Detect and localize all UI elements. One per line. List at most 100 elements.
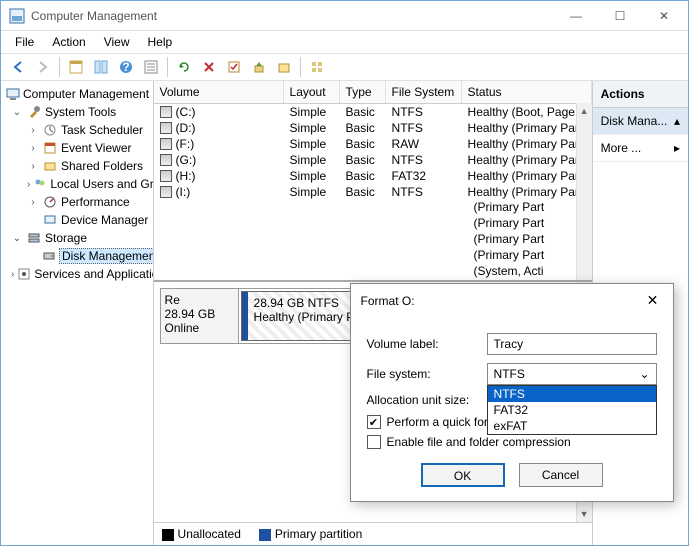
volume-rows: (C:)SimpleBasicNTFSHealthy (Boot, Page F… [154, 104, 592, 200]
back-button[interactable] [7, 56, 29, 78]
table-row[interactable]: (I:)SimpleBasicNTFSHealthy (Primary Part [154, 184, 592, 200]
folder-icon [42, 158, 58, 174]
tools-icon [26, 104, 42, 120]
volume-icon [160, 186, 172, 198]
fs-option-ntfs[interactable]: NTFS [488, 386, 656, 402]
refresh-icon[interactable] [173, 56, 195, 78]
collapse-icon[interactable]: ⌄ [11, 107, 23, 118]
tree-device-manager[interactable]: Device Manager [3, 211, 151, 229]
status-fragment: (Primary Part [474, 216, 592, 232]
status-fragment: (Primary Part [474, 248, 592, 264]
table-row[interactable]: (F:)SimpleBasicRAWHealthy (Primary Part [154, 136, 592, 152]
col-type[interactable]: Type [340, 81, 386, 103]
chevron-right-icon: ▸ [674, 141, 680, 155]
tree-task-scheduler[interactable]: › Task Scheduler [3, 121, 151, 139]
col-filesystem[interactable]: File System [386, 81, 462, 103]
main-panel: Volume Layout Type File System Status (C… [154, 81, 593, 545]
toolbar-icon-arrow-up[interactable] [248, 56, 270, 78]
toolbar-separator [300, 57, 301, 77]
clock-icon [42, 122, 58, 138]
title-bar: Computer Management — ☐ ✕ [1, 1, 688, 31]
menu-view[interactable]: View [96, 33, 138, 51]
event-icon [42, 140, 58, 156]
scroll-up-icon[interactable]: ▲ [577, 103, 592, 119]
tree-system-tools[interactable]: ⌄ System Tools [3, 103, 151, 121]
disk-head-label: Re [165, 293, 234, 307]
delete-icon[interactable] [198, 56, 220, 78]
dialog-title: Format O: [361, 294, 643, 308]
tree-shared-folders[interactable]: › Shared Folders [3, 157, 151, 175]
dialog-titlebar: Format O: ✕ [351, 284, 673, 317]
tree-local-users[interactable]: › Local Users and Gro [3, 175, 151, 193]
col-volume[interactable]: Volume [154, 81, 284, 103]
allocation-label: Allocation unit size: [367, 393, 487, 407]
obscured-status-fragments: (Primary Part(Primary Part(Primary Part(… [154, 200, 592, 280]
toolbar-icon-grid[interactable] [306, 56, 328, 78]
tree-performance[interactable]: › Performance [3, 193, 151, 211]
table-row[interactable]: (C:)SimpleBasicNTFSHealthy (Boot, Page F [154, 104, 592, 120]
navigation-tree: Computer Management (L ⌄ System Tools › … [1, 81, 154, 545]
menu-action[interactable]: Action [44, 33, 93, 51]
toolbar-icon-list[interactable] [140, 56, 162, 78]
actions-disk-mgmt[interactable]: Disk Mana... ▴ [593, 108, 688, 135]
expand-icon[interactable]: › [11, 269, 14, 280]
toolbar-icon-folder[interactable] [273, 56, 295, 78]
status-fragment: (System, Acti [474, 264, 592, 280]
minimize-button[interactable]: — [554, 2, 598, 30]
toolbar-icon-panes[interactable] [90, 56, 112, 78]
forward-button[interactable] [32, 56, 54, 78]
expand-icon[interactable]: › [27, 161, 39, 172]
vertical-scrollbar[interactable]: ▲ [576, 103, 592, 280]
content-area: Computer Management (L ⌄ System Tools › … [1, 81, 688, 545]
filesystem-combobox[interactable]: NTFS ⌄ NTFS FAT32 exFAT [487, 363, 657, 385]
menu-help[interactable]: Help [140, 33, 181, 51]
tree-storage[interactable]: ⌄ Storage [3, 229, 151, 247]
tree-event-viewer[interactable]: › Event Viewer [3, 139, 151, 157]
users-icon [33, 176, 47, 192]
disk-head-status: Online [165, 321, 234, 335]
cancel-button[interactable]: Cancel [519, 463, 603, 487]
col-layout[interactable]: Layout [284, 81, 340, 103]
filesystem-selected: NTFS [494, 367, 525, 381]
volume-table-header: Volume Layout Type File System Status [154, 81, 592, 104]
volume-icon [160, 122, 172, 134]
collapse-icon[interactable]: ⌄ [11, 233, 23, 244]
dialog-close-button[interactable]: ✕ [643, 292, 663, 309]
maximize-button[interactable]: ☐ [598, 2, 642, 30]
table-row[interactable]: (D:)SimpleBasicNTFSHealthy (Primary Part [154, 120, 592, 136]
fs-option-fat32[interactable]: FAT32 [488, 402, 656, 418]
volume-label-input[interactable] [487, 333, 657, 355]
col-status[interactable]: Status [462, 81, 592, 103]
expand-icon[interactable]: › [27, 125, 39, 136]
dialog-body: Volume label: File system: NTFS ⌄ NTFS F… [351, 317, 673, 501]
legend-primary: Primary partition [259, 527, 362, 541]
disk-head-size: 28.94 GB [165, 307, 234, 321]
compression-row[interactable]: Enable file and folder compression [367, 435, 657, 449]
chevron-down-icon: ⌄ [639, 367, 649, 381]
ok-button[interactable]: OK [421, 463, 505, 487]
fs-option-exfat[interactable]: exFAT [488, 418, 656, 434]
close-button[interactable]: ✕ [642, 2, 686, 30]
expand-icon[interactable]: › [27, 197, 39, 208]
toolbar-separator [167, 57, 168, 77]
tree-disk-management[interactable]: Disk Management [3, 247, 151, 265]
actions-more[interactable]: More ... ▸ [593, 135, 688, 162]
check-icon[interactable] [223, 56, 245, 78]
volume-icon [160, 170, 172, 182]
expand-icon[interactable]: › [27, 143, 39, 154]
toolbar: ? [1, 53, 688, 81]
actions-header: Actions [593, 81, 688, 108]
disk-header: Re 28.94 GB Online [161, 289, 239, 343]
menu-file[interactable]: File [7, 33, 42, 51]
table-row[interactable]: (H:)SimpleBasicFAT32Healthy (Primary Par… [154, 168, 592, 184]
tree-root[interactable]: Computer Management (L [3, 85, 151, 103]
compression-checkbox[interactable] [367, 435, 381, 449]
quick-format-checkbox[interactable]: ✔ [367, 415, 381, 429]
app-icon [9, 8, 25, 24]
expand-icon[interactable]: › [27, 179, 30, 190]
scroll-down-icon[interactable]: ▼ [577, 506, 592, 522]
toolbar-icon-sheet[interactable] [65, 56, 87, 78]
tree-services[interactable]: › Services and Applicatio [3, 265, 151, 283]
help-icon[interactable]: ? [115, 56, 137, 78]
table-row[interactable]: (G:)SimpleBasicNTFSHealthy (Primary Part [154, 152, 592, 168]
